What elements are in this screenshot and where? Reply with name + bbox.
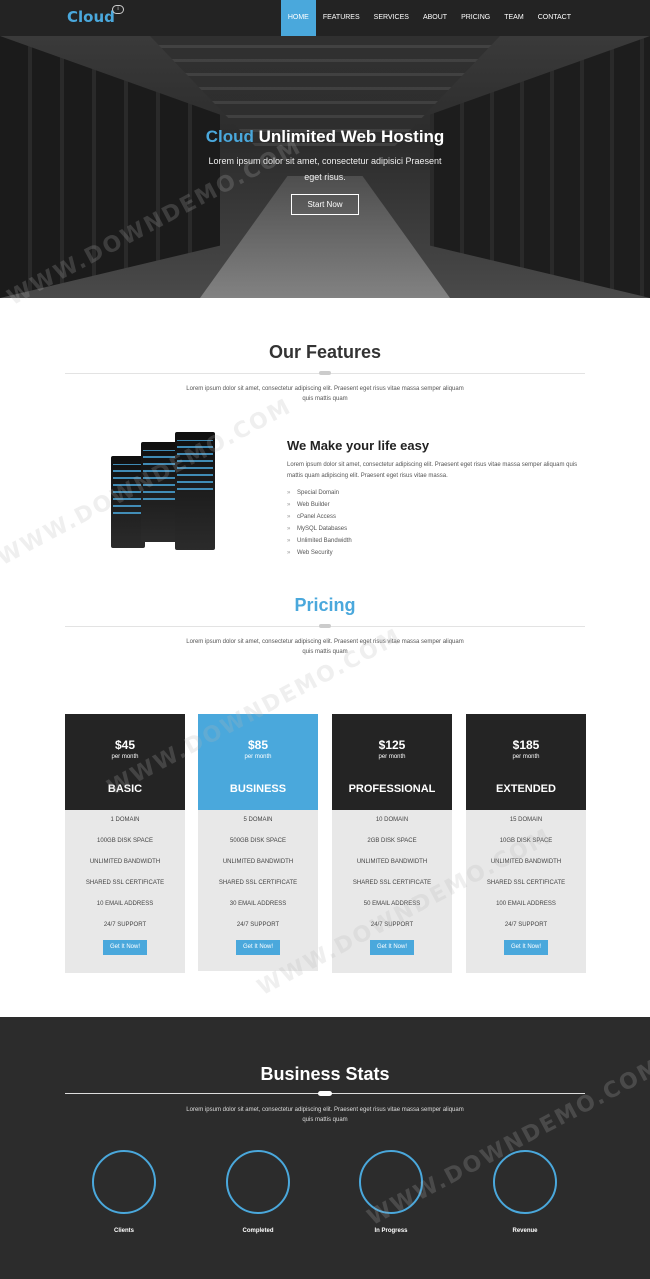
plan-name: EXTENDED: [496, 783, 556, 795]
get-it-now-button[interactable]: Get It Now!: [504, 940, 548, 955]
features-heading: We Make your life easy: [287, 438, 430, 453]
plan-feature: 1 DOMAIN: [110, 817, 140, 823]
nav-contact[interactable]: CONTACT: [531, 0, 578, 36]
plan-period: per month: [512, 754, 540, 760]
plan-feature: 5 DOMAIN: [243, 817, 273, 823]
logo[interactable]: Cloud: [67, 8, 115, 26]
plan-feature: UNLIMITED BANDWIDTH: [89, 859, 161, 865]
stats-title: Business Stats: [260, 1064, 390, 1084]
card-header: $125 per month PROFESSIONAL: [332, 714, 452, 810]
features-description: Lorem ipsum dolor sit amet, consectetur …: [186, 386, 464, 402]
plan-feature: 15 DOMAIN: [509, 817, 543, 823]
hero-title-accent: Cloud: [205, 127, 254, 146]
get-it-now-button[interactable]: Get It Now!: [370, 940, 414, 955]
features-list: Special Domain Web Builder cPanel Access…: [287, 487, 352, 559]
list-item: Web Security: [287, 547, 352, 559]
features-divider-dot: [319, 371, 331, 375]
plan-name: PROFESSIONAL: [348, 783, 436, 795]
features-title: Our Features: [268, 342, 382, 362]
plan-feature: 30 EMAIL ADDRESS: [229, 901, 287, 907]
main-nav: HOME FEATURES SERVICES ABOUT PRICING TEA…: [280, 0, 578, 36]
features-text: Lorem ipsum dolor sit amet, consectetur …: [287, 462, 578, 479]
list-item: Special Domain: [287, 487, 352, 499]
plan-name: BUSINESS: [229, 783, 287, 795]
stat-label: Revenue: [512, 1228, 538, 1234]
stat-label: Clients: [113, 1228, 134, 1234]
plan-feature: 10 DOMAIN: [375, 817, 409, 823]
list-item: Unlimited Bandwidth: [287, 535, 352, 547]
hero-title: Cloud Unlimited Web Hosting: [0, 127, 650, 147]
stat-label: Completed: [242, 1228, 274, 1234]
plan-feature: 10 EMAIL ADDRESS: [96, 901, 154, 907]
plan-feature: 500GB DISK SPACE: [230, 838, 286, 844]
pricing-description: Lorem ipsum dolor sit amet, consectetur …: [186, 639, 464, 655]
get-it-now-button[interactable]: Get It Now!: [236, 940, 280, 955]
pricing-title: Pricing: [294, 595, 356, 615]
plan-feature: 100 EMAIL ADDRESS: [496, 901, 556, 907]
nav-pricing[interactable]: PRICING: [454, 0, 497, 36]
plan-period: per month: [244, 754, 272, 760]
stat-circle: [92, 1150, 156, 1214]
nav-team[interactable]: TEAM: [497, 0, 530, 36]
list-item: MySQL Databases: [287, 523, 352, 535]
plan-price: $185: [512, 738, 540, 752]
card-header: $185 per month EXTENDED: [466, 714, 586, 810]
list-item: cPanel Access: [287, 511, 352, 523]
logo-bubble-icon: i: [112, 5, 124, 14]
pricing-divider-dot: [319, 624, 331, 628]
plan-feature: 24/7 SUPPORT: [504, 922, 548, 928]
stat-circle: [226, 1150, 290, 1214]
pricing-card-business: $85 per month BUSINESS 5 DOMAIN 500GB DI…: [198, 714, 318, 971]
plan-period: per month: [378, 754, 406, 760]
site-header: Cloud i HOME FEATURES SERVICES ABOUT PRI…: [0, 0, 650, 36]
stat-label: In Progress: [374, 1228, 408, 1234]
nav-about[interactable]: ABOUT: [416, 0, 454, 36]
stats-divider-dot: [318, 1091, 332, 1096]
plan-feature: SHARED SSL CERTIFICATE: [218, 880, 298, 886]
plan-feature: UNLIMITED BANDWIDTH: [356, 859, 428, 865]
list-item: Web Builder: [287, 499, 352, 511]
start-now-button[interactable]: Start Now: [291, 194, 359, 215]
nav-home[interactable]: HOME: [280, 0, 316, 36]
plan-price: $125: [378, 738, 406, 752]
hero-background-racks-right: [430, 36, 650, 298]
plan-feature: 24/7 SUPPORT: [236, 922, 280, 928]
nav-features[interactable]: FEATURES: [316, 0, 367, 36]
plan-feature: UNLIMITED BANDWIDTH: [222, 859, 294, 865]
stats-description: Lorem ipsum dolor sit amet, consectetur …: [186, 1107, 464, 1123]
nav-services[interactable]: SERVICES: [367, 0, 416, 36]
plan-feature: SHARED SSL CERTIFICATE: [85, 880, 165, 886]
plan-feature: 2GB DISK SPACE: [367, 838, 417, 844]
plan-feature: 24/7 SUPPORT: [103, 922, 147, 928]
get-it-now-button[interactable]: Get It Now!: [103, 940, 147, 955]
plan-feature: 100GB DISK SPACE: [97, 838, 153, 844]
business-stats-section: Business Stats Lorem ipsum dolor sit ame…: [0, 1017, 650, 1279]
